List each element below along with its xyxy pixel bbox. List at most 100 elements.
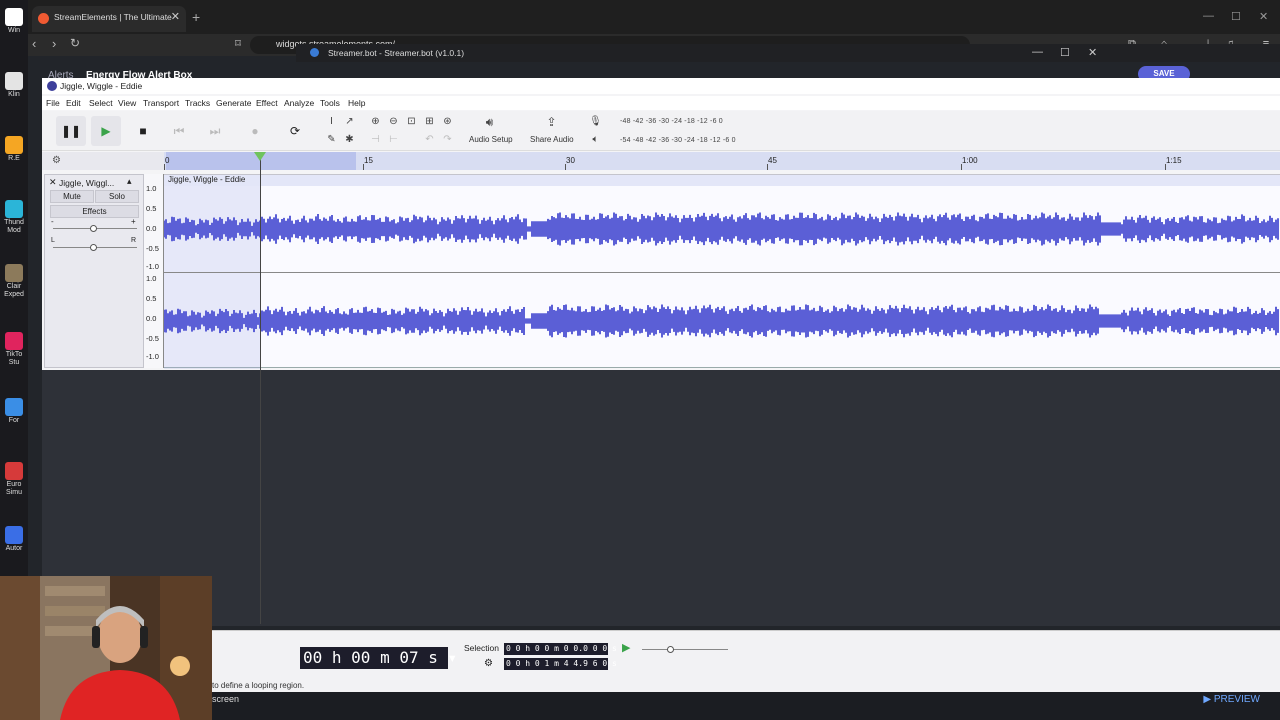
- back-icon[interactable]: ‹: [32, 36, 36, 51]
- menu-analyze[interactable]: Analyze: [284, 98, 314, 108]
- skip-end-button[interactable]: ⏭: [200, 116, 230, 146]
- audacity-title: Jiggle, Wiggle - Eddie: [60, 81, 143, 91]
- selection-end-field[interactable]: 0 0 h 0 1 m 4 4.9 6 0 s: [504, 658, 617, 670]
- envelope-tool-icon[interactable]: ↗: [342, 114, 357, 129]
- audio-setup-label[interactable]: Audio Setup: [469, 135, 513, 144]
- pan-right-label: R: [131, 237, 137, 244]
- app-icon: [5, 264, 23, 282]
- record-button[interactable]: ●: [240, 116, 270, 146]
- skip-start-button[interactable]: ⏮: [164, 116, 194, 146]
- mute-button[interactable]: Mute: [50, 190, 94, 203]
- redo-icon[interactable]: ↷: [440, 132, 455, 147]
- record-meter-scale[interactable]: -48 -42 -36 -30 -24 -18 -12 -6 0: [620, 118, 723, 125]
- play-button[interactable]: ▶: [91, 116, 121, 146]
- edit-cursor: [260, 152, 261, 624]
- minimize-icon[interactable]: —: [1203, 10, 1214, 22]
- share-audio-label[interactable]: Share Audio: [530, 135, 574, 144]
- sb-minimize-icon[interactable]: —: [1032, 46, 1043, 58]
- desktop-shortcut[interactable]: Thund Mod: [2, 200, 26, 235]
- zoom-out-icon[interactable]: ⊖: [386, 114, 401, 129]
- zoom-in-icon[interactable]: ⊕: [368, 114, 383, 129]
- pause-button[interactable]: ❚❚: [56, 116, 86, 146]
- desktop-shortcut[interactable]: For: [2, 398, 26, 425]
- ruler-tick-label: 1:00: [962, 156, 978, 165]
- menu-effect[interactable]: Effect: [256, 98, 278, 108]
- timeline-settings-icon[interactable]: ⚙: [52, 155, 61, 166]
- menu-tools[interactable]: Tools: [320, 98, 340, 108]
- menu-generate[interactable]: Generate: [216, 98, 251, 108]
- playback-meter-scale[interactable]: -54 -48 -42 -36 -30 -24 -18 -12 -6 0: [620, 137, 736, 144]
- forward-icon[interactable]: ›: [52, 36, 56, 51]
- multi-tool-icon[interactable]: ✱: [342, 132, 357, 147]
- close-window-icon[interactable]: ✕: [1259, 10, 1268, 23]
- desktop-shortcut[interactable]: Win: [2, 8, 26, 35]
- menu-help[interactable]: Help: [348, 98, 365, 108]
- streamelements-icon: [38, 13, 49, 24]
- maximize-icon[interactable]: ☐: [1231, 10, 1241, 23]
- mic-icon: 🎙︎: [589, 116, 602, 127]
- reload-icon[interactable]: ↻: [70, 36, 80, 50]
- desktop-shortcut[interactable]: Klin: [2, 72, 26, 99]
- undo-icon[interactable]: ↶: [422, 132, 437, 147]
- selection-toolbar: 00 h 00 m 07 s ▾ Selection ⚙ 0 0 h 0 0 m…: [212, 630, 1280, 692]
- empty-track-area[interactable]: [42, 370, 1280, 626]
- selection-settings-icon[interactable]: ⚙: [484, 658, 493, 669]
- sb-close-icon[interactable]: ✕: [1088, 46, 1097, 59]
- playhead-marker[interactable]: [254, 152, 266, 161]
- selection-tool-icon[interactable]: I: [324, 114, 339, 129]
- desktop-shortcut-label: For: [8, 417, 20, 424]
- desktop-shortcut[interactable]: R.E: [2, 136, 26, 163]
- share-icon[interactable]: ⇪: [544, 115, 559, 130]
- ruler-tick-label: 0: [165, 156, 170, 165]
- stop-button[interactable]: ■: [128, 116, 158, 146]
- close-track-icon[interactable]: ✕: [49, 177, 57, 188]
- menu-view[interactable]: View: [118, 98, 136, 108]
- new-tab-icon[interactable]: +: [192, 9, 200, 25]
- preview-button[interactable]: ▶ PREVIEW: [1203, 694, 1260, 705]
- desktop-shortcut-label: Euro Simu: [6, 481, 22, 496]
- desktop-shortcut[interactable]: Clair Exped: [2, 264, 26, 299]
- menu-file[interactable]: File: [46, 98, 60, 108]
- trim-icon[interactable]: ⊣: [368, 132, 383, 147]
- close-tab-icon[interactable]: ✕: [171, 10, 180, 23]
- desktop-shortcut[interactable]: Autor: [2, 526, 26, 553]
- webcam-overlay: [0, 576, 212, 720]
- play-at-speed-icon[interactable]: ▶: [622, 641, 630, 654]
- timeline-ruler[interactable]: ⚙ 0 15 30 45 1:00 1:15: [42, 152, 1280, 170]
- fit-project-icon[interactable]: ⊞: [422, 114, 437, 129]
- audio-setup-icon[interactable]: 🔊︎: [482, 115, 497, 130]
- scale-label: 0.0: [146, 314, 157, 323]
- menu-transport[interactable]: Transport: [143, 98, 179, 108]
- gain-slider-knob[interactable]: [90, 225, 97, 232]
- selection-label: Selection: [464, 643, 499, 653]
- scale-label: -0.5: [146, 334, 159, 343]
- desktop-shortcut[interactable]: TikTo Stu: [2, 332, 26, 367]
- bookmark-icon[interactable]: ⌑: [232, 38, 244, 50]
- effects-button[interactable]: Effects: [50, 205, 139, 218]
- menu-edit[interactable]: Edit: [66, 98, 81, 108]
- desktop-shortcut[interactable]: Euro Simu: [2, 462, 26, 497]
- fit-selection-icon[interactable]: ⊡: [404, 114, 419, 129]
- draw-tool-icon[interactable]: ✎: [324, 132, 339, 147]
- pan-slider-knob[interactable]: [90, 244, 97, 251]
- time-display[interactable]: 00 h 00 m 07 s ▾: [300, 647, 457, 669]
- streamerbot-titlebar: Streamer.bot - Streamer.bot (v1.0.1) — ☐…: [296, 44, 1280, 62]
- selection-start-field[interactable]: 0 0 h 0 0 m 0 0.0 0 0 s: [504, 643, 617, 655]
- menu-tracks[interactable]: Tracks: [185, 98, 210, 108]
- menu-select[interactable]: Select: [89, 98, 113, 108]
- menu-bar: File Edit Select View Transport Tracks Generat…: [42, 96, 1280, 110]
- sb-maximize-icon[interactable]: ☐: [1060, 46, 1070, 59]
- loop-button[interactable]: ⟳: [280, 116, 310, 146]
- silence-icon[interactable]: ⊢: [386, 132, 401, 147]
- tab-streamelements[interactable]: StreamElements | The Ultimate ✕: [32, 6, 186, 32]
- play-speed-knob[interactable]: [667, 646, 674, 653]
- track-name[interactable]: Jiggle, Wiggl...: [59, 178, 114, 188]
- zoom-toggle-icon[interactable]: ⊛: [440, 114, 455, 129]
- vertical-scale[interactable]: 1.0 0.5 0.0 -0.5 -1.0 1.0 0.5 0.0 -0.5 -…: [144, 174, 164, 368]
- waveform-channel: [164, 212, 1279, 246]
- desktop-shortcut-label: TikTo Stu: [5, 351, 23, 366]
- waveform-area[interactable]: Jiggle, Wiggle - Eddie: [164, 174, 1280, 369]
- streamerbot-icon: [310, 48, 319, 57]
- solo-button[interactable]: Solo: [95, 190, 139, 203]
- play-speed-slider[interactable]: [642, 649, 728, 650]
